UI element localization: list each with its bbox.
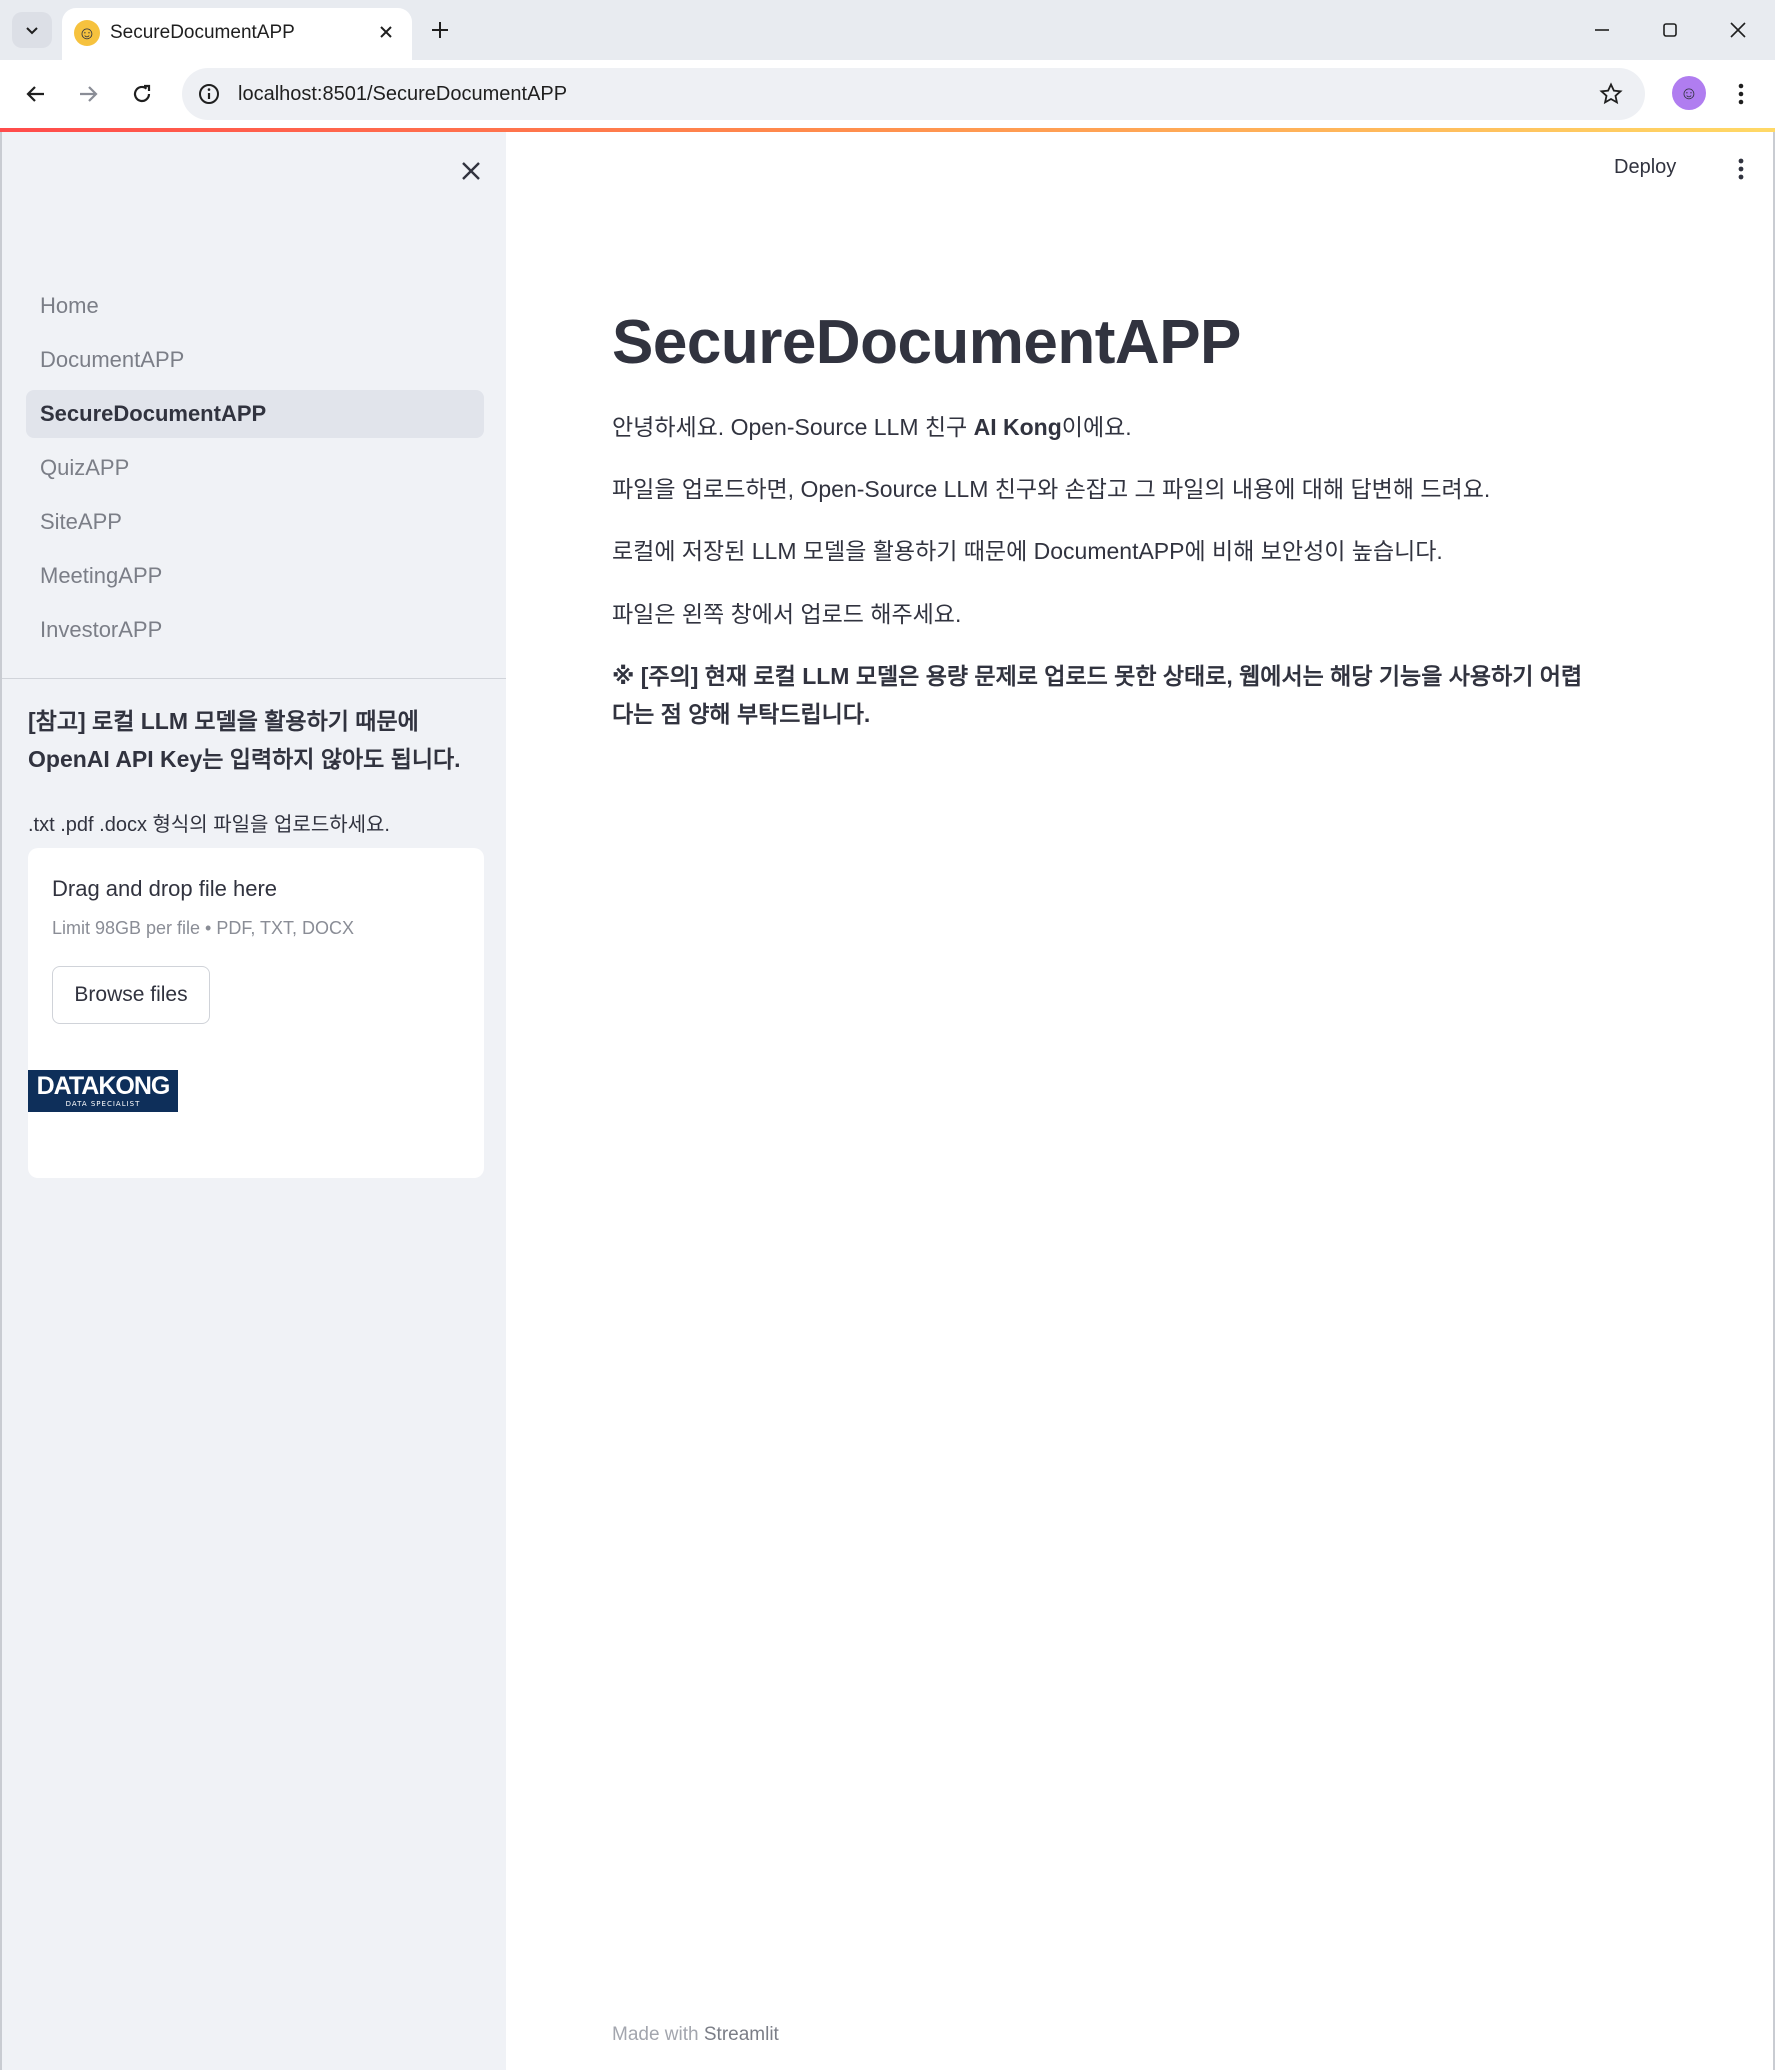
intro-text-pre: 안녕하세요. Open-Source LLM 친구 bbox=[612, 414, 974, 440]
description-paragraph-1: 파일을 업로드하면, Open-Source LLM 친구와 손잡고 그 파일의… bbox=[612, 476, 1491, 502]
tab-search-button[interactable] bbox=[12, 12, 52, 48]
intro-text-bold: AI Kong bbox=[973, 414, 1062, 440]
minimize-button[interactable] bbox=[1578, 10, 1626, 50]
app-menu-button[interactable] bbox=[1726, 152, 1756, 186]
sidebar-item-siteapp[interactable]: SiteAPP bbox=[26, 498, 484, 546]
deploy-button[interactable]: Deploy bbox=[1614, 156, 1676, 179]
sidebar: Home DocumentAPP SecureDocumentAPP QuizA… bbox=[0, 132, 508, 2070]
new-tab-button[interactable] bbox=[424, 14, 456, 46]
browse-files-button[interactable]: Browse files bbox=[52, 966, 210, 1024]
footer-streamlit-link[interactable]: Streamlit bbox=[704, 2024, 779, 2045]
warning-paragraph: ※ [주의] 현재 로컬 LLM 모델은 용량 문제로 업로드 못한 상태로, … bbox=[612, 657, 1692, 733]
sidebar-item-securedocumentapp[interactable]: SecureDocumentAPP bbox=[26, 390, 484, 438]
close-icon bbox=[462, 162, 480, 180]
plus-icon bbox=[432, 22, 448, 38]
footer: Made with Streamlit bbox=[612, 2024, 779, 2046]
kebab-menu-icon bbox=[1738, 158, 1744, 180]
description-paragraph-2: 로컬에 저장된 LLM 모델을 활용하기 때문에 DocumentAPP에 비해… bbox=[612, 538, 1443, 564]
address-bar[interactable]: localhost:8501/SecureDocumentAPP bbox=[182, 68, 1645, 120]
minimize-icon bbox=[1595, 29, 1609, 31]
browser-menu-button[interactable] bbox=[1724, 74, 1758, 114]
profile-avatar[interactable]: ☺ bbox=[1672, 76, 1706, 110]
warning-line-1: ※ [주의] 현재 로컬 LLM 모델은 용량 문제로 업로드 못한 상태로, … bbox=[612, 663, 1583, 689]
browser-tab-active[interactable]: ☺ SecureDocumentAPP bbox=[62, 8, 412, 60]
upload-instructions: .txt .pdf .docx 형식의 파일을 업로드하세요. bbox=[28, 814, 390, 836]
sidebar-item-home[interactable]: Home bbox=[26, 282, 484, 330]
file-uploader-dropzone[interactable]: Drag and drop file here Limit 98GB per f… bbox=[28, 848, 484, 1178]
close-icon bbox=[1730, 22, 1746, 38]
sidebar-divider bbox=[2, 678, 508, 679]
logo-tagline: DATA SPECIALIST bbox=[65, 1100, 141, 1108]
sidebar-collapse-button[interactable] bbox=[454, 154, 488, 188]
dropzone-limit: Limit 98GB per file • PDF, TXT, DOCX bbox=[52, 918, 355, 938]
close-icon bbox=[380, 26, 392, 38]
maximize-icon bbox=[1663, 23, 1677, 37]
arrow-left-icon bbox=[26, 86, 44, 102]
sidebar-note: [참고] 로컬 LLM 모델을 활용하기 때문에 OpenAI API Key는… bbox=[28, 702, 488, 778]
sidebar-nav: Home DocumentAPP SecureDocumentAPP QuizA… bbox=[26, 282, 484, 660]
kebab-menu-icon bbox=[1738, 83, 1744, 105]
intro-text-post: 이에요. bbox=[1061, 414, 1132, 440]
main-content: Deploy SecureDocumentAPP 안녕하세요. Open-Sou… bbox=[506, 132, 1775, 2070]
sidebar-item-investorapp[interactable]: InvestorAPP bbox=[26, 606, 484, 654]
intro-paragraph: 안녕하세요. Open-Source LLM 친구 AI Kong이에요. bbox=[612, 408, 1692, 446]
site-info-icon[interactable] bbox=[196, 81, 222, 107]
sidebar-note-line2: OpenAI API Key는 입력하지 않아도 됩니다. bbox=[28, 746, 461, 772]
window-close-button[interactable] bbox=[1714, 10, 1762, 50]
dropzone-title: Drag and drop file here bbox=[52, 876, 278, 901]
sidebar-note-line1: [참고] 로컬 LLM 모델을 활용하기 때문에 bbox=[28, 708, 419, 734]
tab-title: SecureDocumentAPP bbox=[110, 22, 295, 43]
back-button[interactable] bbox=[16, 74, 56, 114]
reload-icon bbox=[133, 84, 151, 103]
sidebar-item-meetingapp[interactable]: MeetingAPP bbox=[26, 552, 484, 600]
warning-line-2: 다는 점 양해 부탁드립니다. bbox=[612, 701, 871, 727]
favicon-icon: ☺ bbox=[74, 20, 100, 46]
description-paragraph-3: 파일은 왼쪽 창에서 업로드 해주세요. bbox=[612, 601, 962, 627]
page-title: SecureDocumentAPP bbox=[612, 308, 1241, 377]
browser-toolbar: localhost:8501/SecureDocumentAPP ☺ bbox=[0, 60, 1775, 128]
chevron-down-icon bbox=[26, 27, 38, 35]
tab-close-button[interactable] bbox=[374, 20, 398, 44]
sidebar-item-documentapp[interactable]: DocumentAPP bbox=[26, 336, 484, 384]
datakong-logo: DATAKONG DATA SPECIALIST bbox=[28, 1070, 178, 1112]
sidebar-item-quizapp[interactable]: QuizAPP bbox=[26, 444, 484, 492]
forward-button[interactable] bbox=[68, 74, 108, 114]
bookmark-star-icon[interactable] bbox=[1597, 80, 1625, 108]
browser-tab-strip: ☺ SecureDocumentAPP bbox=[0, 0, 1775, 60]
logo-wordmark: DATAKONG bbox=[36, 1072, 171, 1100]
url-text[interactable]: localhost:8501/SecureDocumentAPP bbox=[238, 83, 567, 106]
maximize-button[interactable] bbox=[1646, 10, 1694, 50]
footer-prefix: Made with bbox=[612, 2024, 704, 2045]
arrow-right-icon bbox=[80, 86, 98, 102]
reload-button[interactable] bbox=[122, 74, 162, 114]
